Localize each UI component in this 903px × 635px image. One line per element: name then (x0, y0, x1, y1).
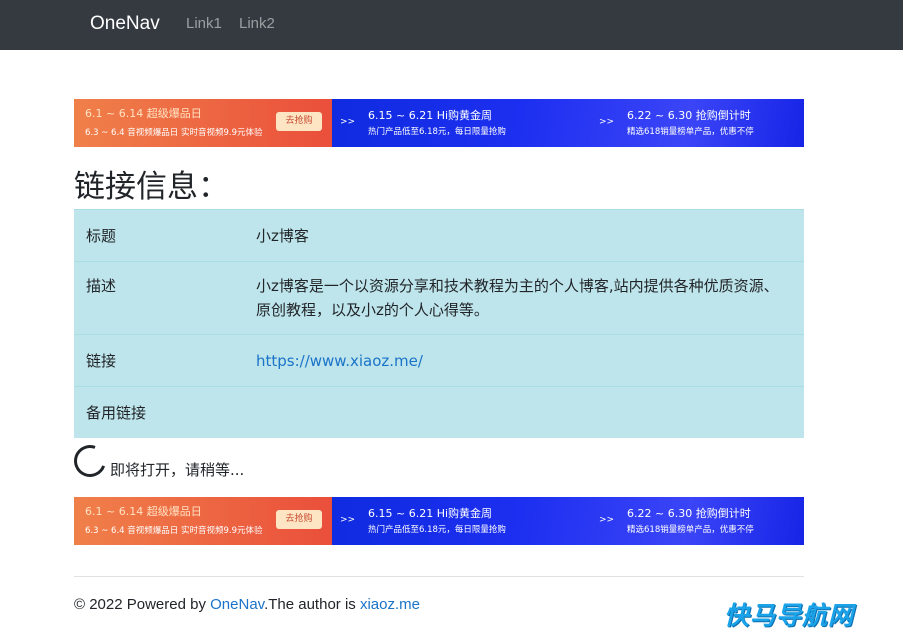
banner-seg1-title: 6.1 ~ 6.14 超级爆品日 (85, 107, 202, 120)
banner-seg2-subtitle: 热门产品低至6.18元，每日限量抢购 (368, 525, 506, 535)
chevron-double-right-icon: >> (340, 117, 356, 127)
banner-buy-button[interactable]: 去抢购 (276, 112, 322, 131)
table-row: 标题 小z博客 (74, 209, 804, 262)
banner-seg1-subtitle: 6.3 ~ 6.4 音视频爆品日 实时音视频9.9元体验 (85, 128, 263, 138)
banner-segment-2-3[interactable]: >> 6.15 ~ 6.21 Hi购黄金周 热门产品低至6.18元，每日限量抢购… (332, 497, 804, 545)
nav-link-2[interactable]: Link2 (239, 15, 275, 32)
banner-seg2-title: 6.15 ~ 6.21 Hi购黄金周 (368, 109, 493, 122)
banner-seg2-subtitle: 热门产品低至6.18元，每日限量抢购 (368, 127, 506, 137)
footer-author-text: .The author is (264, 596, 360, 613)
row-value-title: 小z博客 (244, 209, 804, 262)
banner-seg3-subtitle: 精选618销量榜单产品，优惠不停 (627, 525, 754, 535)
table-row: 描述 小z博客是一个以资源分享和技术教程为主的个人博客,站内提供各种优质资源、原… (74, 261, 804, 335)
table-row: 备用链接 (74, 386, 804, 438)
banner-segment-1[interactable]: 6.1 ~ 6.14 超级爆品日 6.3 ~ 6.4 音视频爆品日 实时音视频9… (74, 497, 332, 545)
row-value-backup-link (244, 386, 804, 438)
brand-logo-link[interactable]: OneNav (90, 13, 160, 35)
row-value-description: 小z博客是一个以资源分享和技术教程为主的个人博客,站内提供各种优质资源、原创教程… (244, 261, 804, 335)
row-label-description: 描述 (74, 261, 244, 335)
banner-seg1-subtitle: 6.3 ~ 6.4 音视频爆品日 实时音视频9.9元体验 (85, 526, 263, 536)
banner-seg2-title: 6.15 ~ 6.21 Hi购黄金周 (368, 507, 493, 520)
footer-author-link[interactable]: xiaoz.me (360, 596, 420, 613)
table-row: 链接 https://www.xiaoz.me/ (74, 334, 804, 387)
promo-banner-bottom[interactable]: 6.1 ~ 6.14 超级爆品日 6.3 ~ 6.4 音视频爆品日 实时音视频9… (74, 497, 804, 545)
top-navbar: OneNav Link1 Link2 (0, 0, 903, 50)
banner-seg3-subtitle: 精选618销量榜单产品，优惠不停 (627, 127, 754, 137)
chevron-double-right-icon: >> (599, 117, 615, 127)
watermark-logo: 快马导航网 (724, 601, 855, 630)
page-heading: 链接信息： (74, 169, 229, 205)
banner-segment-2-3[interactable]: >> 6.15 ~ 6.21 Hi购黄金周 热门产品低至6.18元，每日限量抢购… (332, 99, 804, 147)
footer-divider (74, 576, 804, 577)
loading-text: 即将打开，请稍等... (110, 461, 245, 479)
row-value-link-cell: https://www.xiaoz.me/ (244, 334, 804, 387)
row-label-title: 标题 (74, 209, 244, 262)
footer-copyright: © 2022 Powered by (74, 596, 211, 613)
row-label-link: 链接 (74, 334, 244, 387)
site-url-link[interactable]: https://www.xiaoz.me/ (256, 352, 423, 370)
row-label-backup-link: 备用链接 (74, 386, 244, 438)
banner-seg3-title: 6.22 ~ 6.30 抢购倒计时 (627, 109, 751, 122)
link-info-table: 标题 小z博客 描述 小z博客是一个以资源分享和技术教程为主的个人博客,站内提供… (74, 209, 804, 438)
nav-link-1[interactable]: Link1 (186, 15, 222, 32)
banner-buy-button[interactable]: 去抢购 (276, 510, 322, 529)
spinner-icon (68, 439, 112, 483)
footer-onenav-link[interactable]: OneNav (210, 596, 264, 613)
chevron-double-right-icon: >> (340, 515, 356, 525)
banner-segment-1[interactable]: 6.1 ~ 6.14 超级爆品日 6.3 ~ 6.4 音视频爆品日 实时音视频9… (74, 99, 332, 147)
banner-seg1-title: 6.1 ~ 6.14 超级爆品日 (85, 505, 202, 518)
footer: © 2022 Powered by OneNav.The author is x… (74, 596, 420, 613)
banner-seg3-title: 6.22 ~ 6.30 抢购倒计时 (627, 507, 751, 520)
promo-banner-top[interactable]: 6.1 ~ 6.14 超级爆品日 6.3 ~ 6.4 音视频爆品日 实时音视频9… (74, 99, 804, 147)
chevron-double-right-icon: >> (599, 515, 615, 525)
